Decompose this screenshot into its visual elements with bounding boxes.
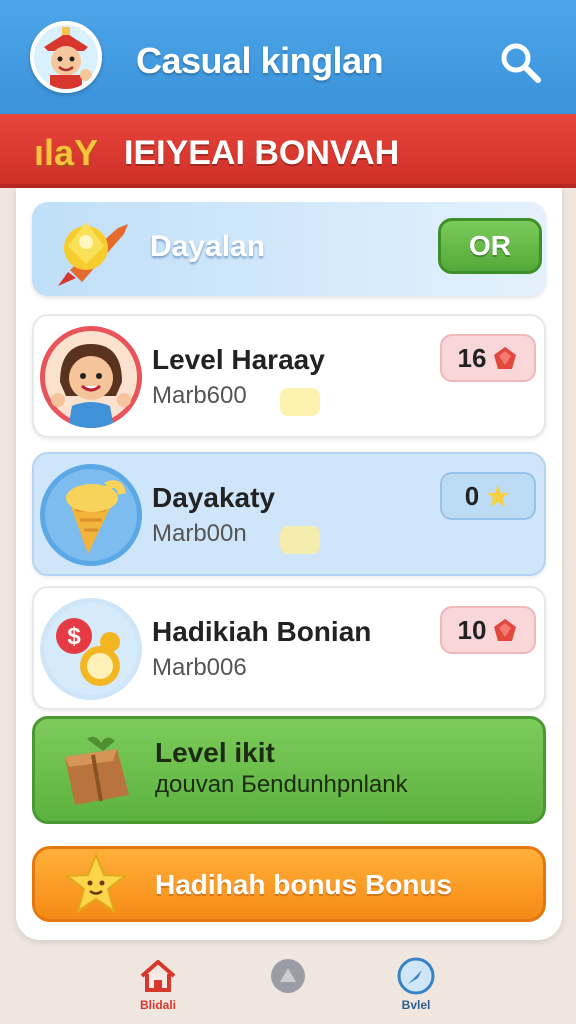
reward-badge[interactable]: 0: [440, 472, 536, 520]
bonus-button[interactable]: Hadihah bonus Bonus: [32, 846, 546, 922]
svg-text:$: $: [67, 623, 81, 650]
reward-badge[interactable]: 16: [440, 334, 536, 382]
item-title: Dayakaty: [152, 482, 275, 513]
tag-pill: [280, 388, 320, 416]
gem-icon: [494, 347, 517, 369]
item-subtitle: Marb006: [152, 654, 247, 681]
gem-icon: [494, 619, 517, 641]
star-icon: [63, 851, 129, 917]
app-header: Casual kinglan: [0, 0, 576, 114]
circle-icon: [271, 959, 305, 993]
compass-icon: [397, 957, 435, 995]
nav-explore-label: Bvlel: [401, 998, 431, 1012]
tag-pill: [280, 526, 320, 554]
bonus-button-label: Hadihah bonus Bonus: [155, 869, 453, 900]
nav-home[interactable]: Blidali: [128, 956, 188, 1020]
promo-banner: ılaY IEIYEAI BONVAH: [0, 114, 576, 188]
list-item[interactable]: $ Hadikiah Bonian Marb006 10: [32, 586, 546, 710]
item-subtitle: Marb600: [152, 382, 247, 409]
badge-value: 10: [457, 614, 487, 645]
list-item[interactable]: Level Haraay Marb600 16: [32, 314, 546, 438]
level-card[interactable]: Level ikit дouvan Беndunhpnlank: [32, 716, 546, 824]
level-card-title: Level ikit: [155, 737, 275, 768]
rocket-icon: [48, 212, 138, 288]
nav-explore[interactable]: Bvlel: [386, 956, 446, 1020]
coins-icon: $: [40, 598, 142, 700]
hero-label: Dayalan: [150, 230, 266, 263]
reward-badge[interactable]: 10: [440, 606, 536, 654]
main-panel: Dayalan OR Level Haraay Marb600 16 Dayak…: [16, 188, 562, 940]
gift-box-icon: [57, 733, 137, 809]
item-title: Level Haraay: [152, 344, 325, 375]
search-icon[interactable]: [496, 38, 544, 86]
avatar-icon[interactable]: [30, 21, 102, 93]
app-title: Casual kinglan: [136, 40, 384, 81]
ok-button[interactable]: OR: [438, 218, 542, 274]
level-card-subtitle: дouvan Беndunhpnlank: [155, 771, 408, 798]
ice-cream-icon: [40, 464, 142, 566]
hero-card[interactable]: Dayalan OR: [32, 202, 546, 296]
bottom-nav: Blidali Bvlel: [0, 944, 576, 1024]
item-subtitle: Marb00n: [152, 520, 247, 547]
nav-center[interactable]: [258, 956, 318, 1020]
star-icon: [487, 485, 510, 507]
item-title: Hadikiah Bonian: [152, 616, 372, 647]
list-item[interactable]: Dayakaty Marb00n 0: [32, 452, 546, 576]
badge-value: 16: [457, 342, 487, 373]
banner-prefix: ılaY: [34, 132, 99, 173]
girl-avatar-icon: [40, 326, 142, 428]
nav-home-label: Blidali: [139, 998, 176, 1012]
banner-title: IEIYEAI BONVAH: [124, 134, 400, 172]
home-icon: [140, 960, 176, 992]
badge-value: 0: [464, 480, 480, 511]
